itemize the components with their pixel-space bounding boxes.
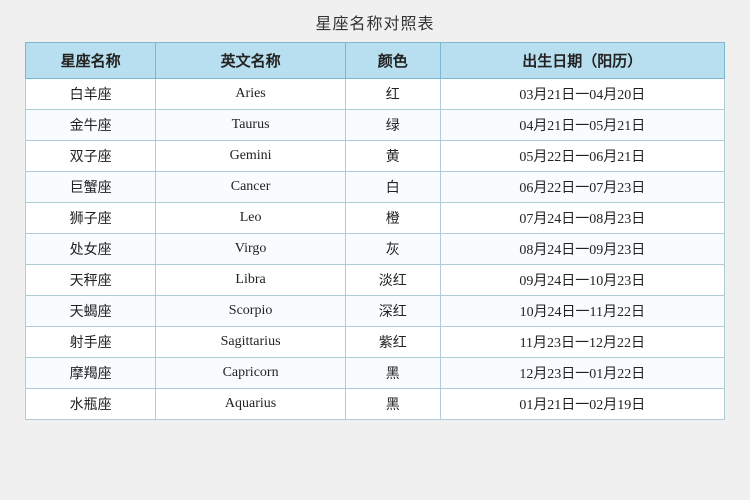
cell-english-2: Gemini [156,141,346,172]
table-row: 天秤座Libra淡红09月24日一10月23日 [26,265,725,296]
cell-chinese-1: 金牛座 [26,110,156,141]
table-row: 摩羯座Capricorn黑12月23日一01月22日 [26,358,725,389]
cell-date-1: 04月21日一05月21日 [440,110,724,141]
header-color: 颜色 [345,43,440,79]
table-header-row: 星座名称 英文名称 颜色 出生日期（阳历） [26,43,725,79]
cell-english-0: Aries [156,79,346,110]
cell-color-8: 紫红 [345,327,440,358]
cell-chinese-4: 狮子座 [26,203,156,234]
cell-color-7: 深红 [345,296,440,327]
cell-date-10: 01月21日一02月19日 [440,389,724,420]
cell-date-2: 05月22日一06月21日 [440,141,724,172]
cell-date-3: 06月22日一07月23日 [440,172,724,203]
cell-english-3: Cancer [156,172,346,203]
table-row: 射手座Sagittarius紫红11月23日一12月22日 [26,327,725,358]
cell-chinese-9: 摩羯座 [26,358,156,389]
table-row: 处女座Virgo灰08月24日一09月23日 [26,234,725,265]
cell-chinese-5: 处女座 [26,234,156,265]
cell-chinese-3: 巨蟹座 [26,172,156,203]
table-row: 天蝎座Scorpio深红10月24日一11月22日 [26,296,725,327]
cell-date-7: 10月24日一11月22日 [440,296,724,327]
cell-date-6: 09月24日一10月23日 [440,265,724,296]
cell-english-9: Capricorn [156,358,346,389]
table-row: 巨蟹座Cancer白06月22日一07月23日 [26,172,725,203]
cell-english-7: Scorpio [156,296,346,327]
header-date: 出生日期（阳历） [440,43,724,79]
cell-date-9: 12月23日一01月22日 [440,358,724,389]
cell-chinese-2: 双子座 [26,141,156,172]
table-row: 白羊座Aries红03月21日一04月20日 [26,79,725,110]
header-english: 英文名称 [156,43,346,79]
cell-date-0: 03月21日一04月20日 [440,79,724,110]
table-row: 金牛座Taurus绿04月21日一05月21日 [26,110,725,141]
table-row: 狮子座Leo橙07月24日一08月23日 [26,203,725,234]
cell-chinese-0: 白羊座 [26,79,156,110]
cell-color-4: 橙 [345,203,440,234]
table-row: 水瓶座Aquarius黑01月21日一02月19日 [26,389,725,420]
cell-english-6: Libra [156,265,346,296]
cell-english-1: Taurus [156,110,346,141]
cell-color-3: 白 [345,172,440,203]
zodiac-table: 星座名称 英文名称 颜色 出生日期（阳历） 白羊座Aries红03月21日一04… [25,42,725,420]
cell-date-8: 11月23日一12月22日 [440,327,724,358]
cell-chinese-10: 水瓶座 [26,389,156,420]
cell-chinese-6: 天秤座 [26,265,156,296]
cell-english-10: Aquarius [156,389,346,420]
cell-date-5: 08月24日一09月23日 [440,234,724,265]
cell-color-10: 黑 [345,389,440,420]
cell-color-0: 红 [345,79,440,110]
page-title: 星座名称对照表 [315,10,434,34]
cell-date-4: 07月24日一08月23日 [440,203,724,234]
cell-color-1: 绿 [345,110,440,141]
cell-color-6: 淡红 [345,265,440,296]
cell-color-2: 黄 [345,141,440,172]
cell-english-8: Sagittarius [156,327,346,358]
cell-chinese-7: 天蝎座 [26,296,156,327]
cell-chinese-8: 射手座 [26,327,156,358]
cell-color-5: 灰 [345,234,440,265]
cell-english-4: Leo [156,203,346,234]
table-row: 双子座Gemini黄05月22日一06月21日 [26,141,725,172]
cell-color-9: 黑 [345,358,440,389]
header-chinese: 星座名称 [26,43,156,79]
cell-english-5: Virgo [156,234,346,265]
